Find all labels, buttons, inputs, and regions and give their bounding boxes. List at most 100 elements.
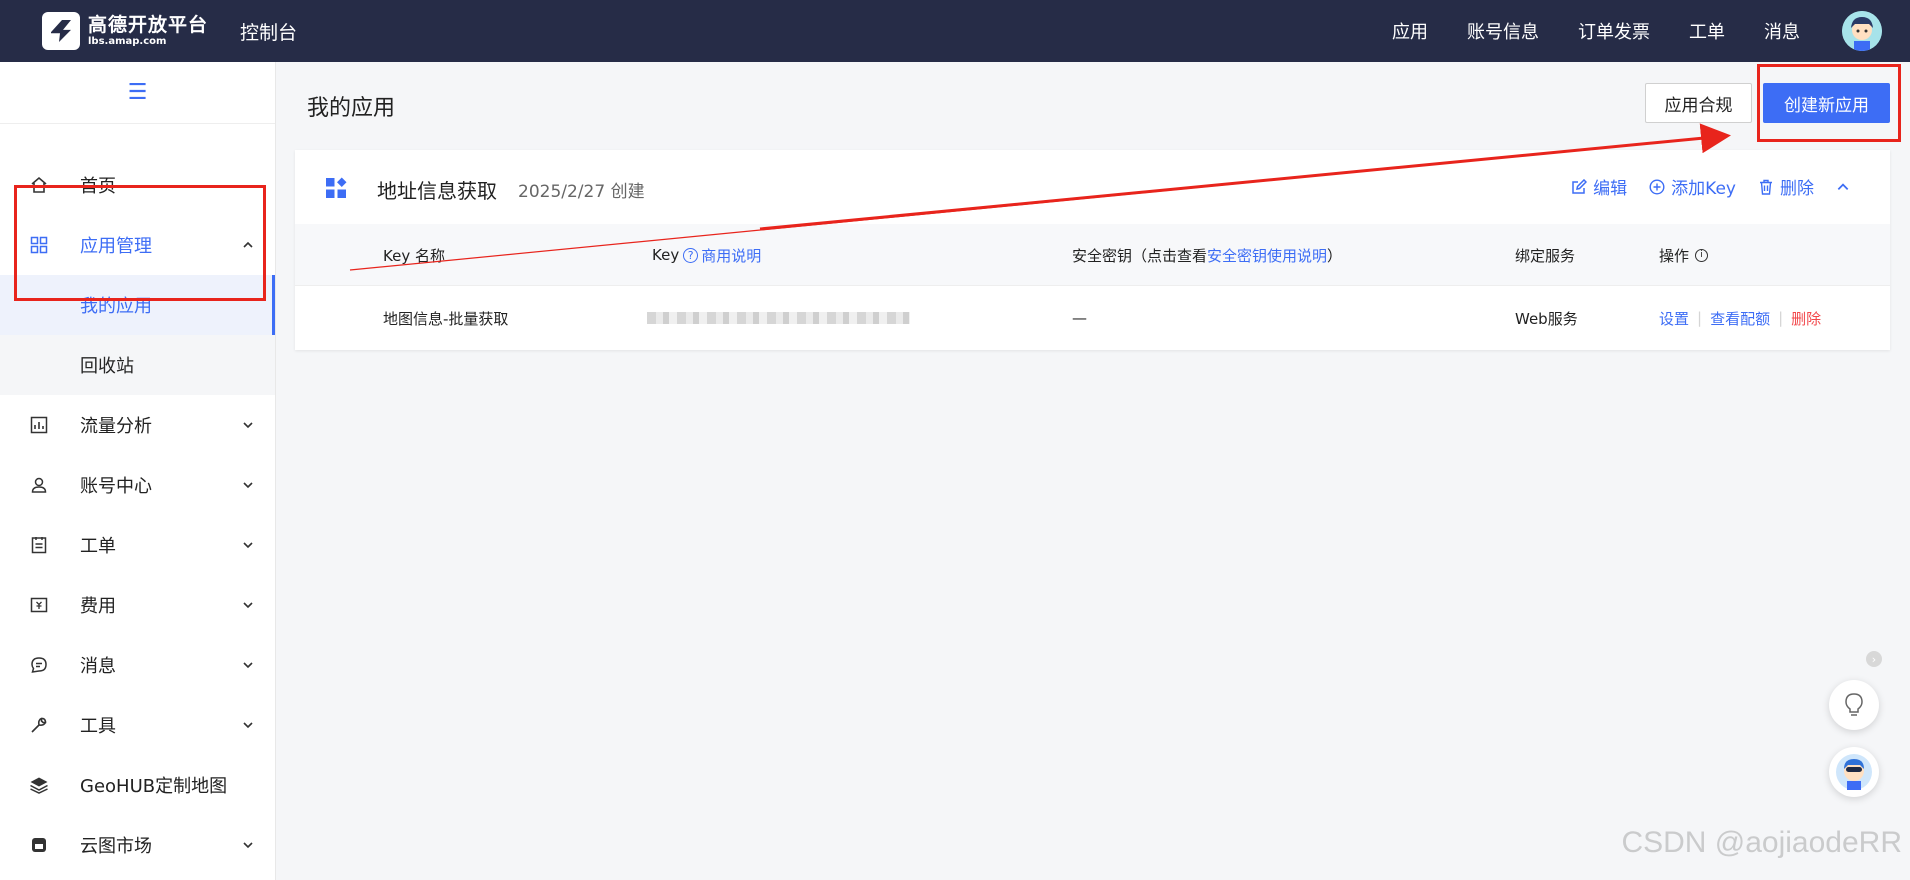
chevron-down-icon bbox=[243, 662, 253, 669]
info-icon[interactable]: i bbox=[1695, 248, 1709, 262]
expand-helper-button[interactable]: › bbox=[1866, 651, 1882, 667]
delete-app-button[interactable]: 删除 bbox=[1758, 174, 1814, 199]
header-secret: 安全密钥（点击查看 安全密钥使用说明） bbox=[1072, 224, 1342, 286]
edit-app-button[interactable]: 编辑 bbox=[1571, 174, 1627, 199]
avatar-icon bbox=[1842, 11, 1882, 51]
chevron-down-icon bbox=[243, 842, 253, 849]
app-compliance-button[interactable]: 应用合规 bbox=[1645, 83, 1752, 123]
store-icon bbox=[28, 834, 50, 856]
sidebar-item-geohub[interactable]: GeoHUB定制地图 bbox=[0, 755, 275, 815]
assistant-avatar-icon bbox=[1836, 754, 1872, 790]
sidebar-item-my-apps[interactable]: 我的应用 bbox=[0, 275, 275, 335]
chevron-up-icon bbox=[1837, 182, 1849, 190]
chevron-down-icon bbox=[243, 482, 253, 489]
sidebar-item-label: 消息 bbox=[80, 656, 116, 677]
sidebar-item-label: 费用 bbox=[80, 596, 116, 617]
sidebar-collapse-button[interactable]: ☰ bbox=[0, 62, 275, 124]
delete-key-link[interactable]: 删除 bbox=[1791, 308, 1821, 329]
app-card-header: 地址信息获取 2025/2/27 创建 编辑 添加Key 删除 bbox=[295, 150, 1890, 224]
logo-icon bbox=[42, 12, 80, 50]
add-key-label: 添加Key bbox=[1671, 179, 1736, 199]
sidebar-item-traffic-analysis[interactable]: 流量分析 bbox=[0, 395, 275, 455]
sidebar-item-label: 流量分析 bbox=[80, 416, 152, 437]
chevron-down-icon bbox=[243, 602, 253, 609]
add-circle-icon bbox=[1649, 178, 1665, 195]
wrench-icon bbox=[28, 714, 50, 736]
sidebar-item-tickets[interactable]: 工单 bbox=[0, 515, 275, 575]
annotation-arrow bbox=[349, 123, 1731, 271]
sidebar: ☰ 首页 应用管理 我的应用 回收站 流量分析 账号中心 工单 费用 消息 工具… bbox=[0, 62, 276, 880]
top-nav: 应用 账号信息 订单发票 工单 消息 bbox=[1353, 0, 1800, 62]
sidebar-item-home[interactable]: 首页 bbox=[0, 155, 275, 215]
key-settings-link[interactable]: 设置 bbox=[1659, 308, 1689, 329]
chevron-up-icon bbox=[243, 241, 253, 248]
customer-service-button[interactable] bbox=[1829, 747, 1879, 797]
sidebar-item-recycle-bin[interactable]: 回收站 bbox=[0, 335, 275, 395]
menu-icon: ☰ bbox=[127, 80, 148, 105]
lightbulb-icon bbox=[1845, 693, 1863, 716]
delete-label: 删除 bbox=[1780, 179, 1814, 199]
sidebar-item-fees[interactable]: 费用 bbox=[0, 575, 275, 635]
sidebar-item-label: 账号中心 bbox=[80, 476, 152, 497]
app-name: 地址信息获取 bbox=[377, 179, 497, 203]
sidebar-item-label: 回收站 bbox=[80, 356, 134, 377]
row-key-value-blurred bbox=[647, 287, 910, 349]
top-nav-invoices[interactable]: 订单发票 bbox=[1578, 18, 1650, 44]
top-nav-messages[interactable]: 消息 bbox=[1764, 18, 1800, 44]
create-app-button[interactable]: 创建新应用 bbox=[1763, 83, 1890, 123]
row-key-name: 地图信息-批量获取 bbox=[383, 309, 509, 328]
edit-icon bbox=[1571, 178, 1588, 195]
sidebar-item-tools[interactable]: 工具 bbox=[0, 695, 275, 755]
sidebar-item-messages[interactable]: 消息 bbox=[0, 635, 275, 695]
sidebar-item-label: 我的应用 bbox=[80, 296, 152, 317]
avatar[interactable] bbox=[1842, 11, 1882, 51]
header-key-name: Key 名称 bbox=[383, 246, 445, 265]
logo-title: 高德开放平台 bbox=[88, 14, 209, 36]
console-title[interactable]: 控制台 bbox=[240, 18, 297, 45]
tips-button[interactable] bbox=[1829, 680, 1879, 730]
collapse-card-button[interactable] bbox=[1836, 180, 1850, 194]
sidebar-item-label: GeoHUB定制地图 bbox=[80, 776, 228, 797]
sidebar-item-label: 云图市场 bbox=[80, 836, 152, 857]
secret-usage-link[interactable]: 安全密钥使用说明 bbox=[1207, 245, 1327, 266]
message-icon bbox=[28, 654, 50, 676]
app-icon bbox=[326, 177, 347, 198]
add-key-button[interactable]: 添加Key bbox=[1649, 174, 1736, 199]
view-quota-link[interactable]: 查看配额 bbox=[1710, 308, 1770, 329]
header-service: 绑定服务 bbox=[1515, 246, 1576, 265]
commercial-usage-link[interactable]: 商用说明 bbox=[701, 245, 761, 266]
top-nav-tickets[interactable]: 工单 bbox=[1689, 18, 1725, 44]
app-card: 地址信息获取 2025/2/27 创建 编辑 添加Key 删除 Key 名称 K… bbox=[295, 150, 1890, 350]
header-key: Key ? 商用说明 bbox=[652, 224, 761, 286]
header-secret-prefix: 安全密钥（点击查看 bbox=[1072, 246, 1208, 265]
header-key-label: Key bbox=[652, 246, 680, 264]
trash-icon bbox=[1758, 179, 1774, 195]
chevron-down-icon bbox=[243, 422, 253, 429]
amap-logo[interactable]: 高德开放平台 lbs.amap.com bbox=[42, 12, 208, 50]
header-ops: 操作 i bbox=[1659, 224, 1709, 286]
header-secret-suffix: ） bbox=[1327, 246, 1343, 265]
header-ops-label: 操作 bbox=[1659, 246, 1690, 265]
sidebar-item-account-center[interactable]: 账号中心 bbox=[0, 455, 275, 515]
sidebar-item-label: 工单 bbox=[80, 536, 116, 557]
chart-icon bbox=[28, 414, 50, 436]
sidebar-item-label: 工具 bbox=[80, 716, 116, 737]
watermark: CSDN @aojiaodeRR bbox=[1621, 826, 1902, 859]
page-title: 我的应用 bbox=[307, 96, 396, 121]
sidebar-item-cloud-market[interactable]: 云图市场 bbox=[0, 815, 275, 875]
edit-label: 编辑 bbox=[1593, 179, 1628, 199]
sidebar-item-app-management[interactable]: 应用管理 bbox=[0, 215, 275, 275]
help-icon: ? bbox=[683, 247, 699, 263]
chevron-right-icon: › bbox=[1871, 652, 1877, 666]
row-secret: — bbox=[1072, 309, 1087, 327]
top-bar: 高德开放平台 lbs.amap.com 控制台 应用 账号信息 订单发票 工单 … bbox=[0, 0, 1910, 62]
app-created-date: 2025/2/27 创建 bbox=[518, 182, 645, 202]
logo-subtitle: lbs.amap.com bbox=[88, 36, 167, 47]
chevron-down-icon bbox=[243, 722, 253, 729]
home-icon bbox=[28, 174, 50, 196]
chevron-down-icon bbox=[243, 542, 253, 549]
top-nav-apps[interactable]: 应用 bbox=[1392, 18, 1428, 44]
key-table-header: Key 名称 Key ? 商用说明 安全密钥（点击查看 安全密钥使用说明） 绑定服… bbox=[295, 224, 1890, 286]
table-row: 地图信息-批量获取 — Web服务 设置 | 查看配额 | 删除 bbox=[295, 287, 1890, 349]
top-nav-account[interactable]: 账号信息 bbox=[1467, 18, 1539, 44]
